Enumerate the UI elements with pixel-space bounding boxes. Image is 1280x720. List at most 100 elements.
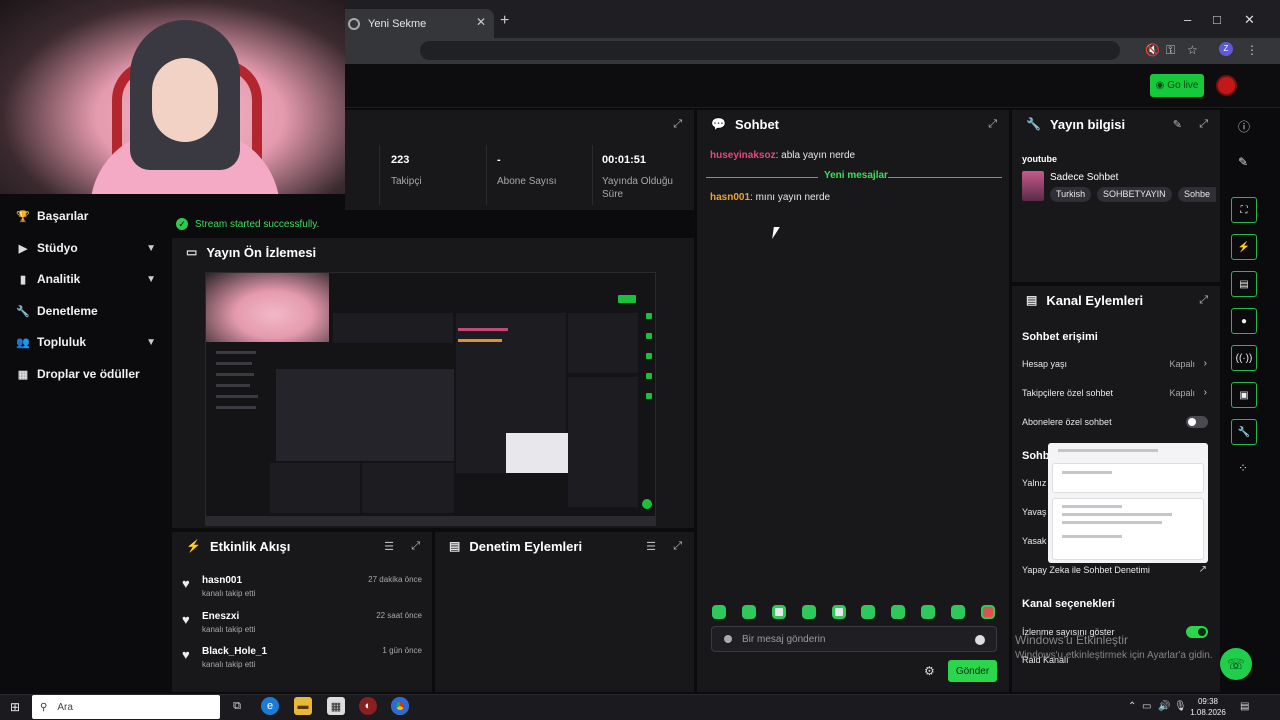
windows-start-icon[interactable]: ⊞ bbox=[10, 700, 20, 714]
sidebar-item-achievements[interactable]: 🏆 Başarılar bbox=[16, 206, 156, 226]
rail-bolt-button[interactable]: ⚡ bbox=[1231, 234, 1257, 260]
partial-row[interactable]: Yavaş bbox=[1022, 507, 1048, 521]
popout-icon[interactable]: ⤢ bbox=[673, 540, 682, 553]
chat-username[interactable]: huseyinaksoz bbox=[710, 150, 776, 161]
preview-mini-moderation bbox=[362, 463, 454, 513]
stream-tag[interactable]: Turkish bbox=[1050, 187, 1092, 202]
partial-row[interactable]: Yalnız bbox=[1022, 478, 1048, 492]
emote-icon[interactable] bbox=[832, 605, 846, 619]
chat-bubble-icon: ● bbox=[1240, 315, 1248, 327]
obs-icon[interactable]: ◐ bbox=[359, 697, 377, 715]
new-messages-divider: Yeni mesajlar bbox=[706, 170, 1002, 184]
rail-broadcast-button[interactable]: ((·)) bbox=[1231, 345, 1257, 371]
browser-tab[interactable]: Yeni Sekme ✕ bbox=[338, 9, 494, 38]
popout-icon[interactable]: ⤢ bbox=[988, 118, 997, 131]
emote-icon[interactable] bbox=[891, 605, 905, 619]
notifications-icon[interactable]: ▤ bbox=[1240, 701, 1249, 712]
preview-title: Yayın Ön İzlemesi bbox=[206, 244, 317, 260]
profile-avatar[interactable]: Z bbox=[1219, 42, 1233, 56]
taskbar-search-input[interactable]: ⚲ Ara bbox=[32, 695, 220, 719]
stream-tag[interactable]: Sohbe bbox=[1178, 187, 1217, 202]
account-age-row[interactable]: Hesap yaşı Kapalı › bbox=[1022, 358, 1209, 373]
help-chat-button[interactable]: ☏ bbox=[1220, 648, 1252, 680]
omnibox[interactable] bbox=[420, 41, 1120, 60]
chat-access-heading: Sohbet erişimi bbox=[1022, 331, 1098, 343]
close-tab-icon[interactable]: ✕ bbox=[476, 15, 486, 29]
emote-icon[interactable] bbox=[951, 605, 965, 619]
minimize-button[interactable]: – bbox=[1184, 12, 1191, 27]
sidebar-item-moderation[interactable]: 🔧 Denetleme bbox=[16, 301, 156, 321]
emote-icon[interactable] bbox=[921, 605, 935, 619]
rail-wrench-button[interactable]: 🔧 bbox=[1231, 419, 1257, 445]
feed-user[interactable]: Black_Hole_1 bbox=[202, 646, 267, 657]
send-button[interactable]: Gönder bbox=[948, 660, 997, 682]
feed-user[interactable]: Eneszxi bbox=[202, 611, 239, 622]
filter-icon[interactable]: ☰ bbox=[384, 540, 394, 553]
edge-icon[interactable]: e bbox=[261, 697, 279, 715]
emote-icon[interactable] bbox=[861, 605, 875, 619]
kebab-menu-icon[interactable]: ⋮ bbox=[1246, 43, 1258, 57]
chrome-icon[interactable] bbox=[391, 697, 409, 715]
ai-moderation-row[interactable]: Yapay Zeka ile Sohbet Denetimi ↗ bbox=[1022, 564, 1209, 579]
panel-header: 💬 Sohbet bbox=[697, 110, 1009, 138]
key-icon[interactable]: ⚿ bbox=[1166, 43, 1175, 58]
maximize-button[interactable]: □ bbox=[1213, 12, 1221, 27]
wrench-icon: 🔧 bbox=[1026, 117, 1041, 131]
store-icon[interactable]: ▦ bbox=[327, 697, 345, 715]
sidebar-item-studio[interactable]: ▶ Stüdyo ▼ bbox=[16, 238, 156, 258]
feed-user[interactable]: hasn001 bbox=[202, 575, 242, 586]
preview-mini-stats bbox=[333, 313, 453, 343]
mute-icon[interactable]: 🔇 bbox=[1145, 43, 1160, 57]
popout-icon[interactable]: ⤢ bbox=[673, 118, 682, 131]
info-icon[interactable]: ⓘ bbox=[1238, 118, 1250, 135]
feed-action: kanalı takip etti bbox=[202, 625, 256, 634]
filter-icon[interactable]: ☰ bbox=[646, 540, 656, 553]
emoji-icon[interactable] bbox=[975, 635, 985, 645]
task-view-icon[interactable]: ⧉ bbox=[228, 697, 246, 715]
stat-divider bbox=[379, 145, 380, 205]
emote-icon[interactable] bbox=[712, 605, 726, 619]
sidebar-item-drops[interactable]: ▦ Droplar ve ödüller bbox=[16, 364, 156, 384]
followers-only-row[interactable]: Takipçilere özel sohbet Kapalı › bbox=[1022, 387, 1209, 402]
chat-username[interactable]: hasn001 bbox=[710, 192, 750, 203]
preview-mini-preview bbox=[276, 369, 454, 461]
wrench-icon: 🔧 bbox=[16, 305, 30, 318]
star-icon[interactable]: ☆ bbox=[1187, 43, 1198, 57]
stream-preview-video[interactable] bbox=[205, 272, 656, 526]
rail-layout-button[interactable]: ▣ bbox=[1231, 382, 1257, 408]
pencil-icon[interactable]: ✎ bbox=[1173, 118, 1182, 131]
microphone-icon[interactable]: 🎙 bbox=[1174, 701, 1187, 712]
stream-tag[interactable]: SOHBETYAYIN bbox=[1097, 187, 1172, 202]
network-icon[interactable]: ▭ bbox=[1142, 701, 1151, 712]
subscriber-only-toggle[interactable] bbox=[1186, 416, 1208, 428]
close-window-button[interactable]: ✕ bbox=[1244, 12, 1255, 28]
sidebar-item-analytics[interactable]: ▮ Analitik ▼ bbox=[16, 269, 156, 289]
emote-icon[interactable] bbox=[772, 605, 786, 619]
popout-icon[interactable]: ⤢ bbox=[1199, 118, 1208, 131]
rail-chat-button[interactable]: ● bbox=[1231, 308, 1257, 334]
user-avatar[interactable] bbox=[1216, 75, 1237, 96]
sidebar-item-community[interactable]: 👥 Topluluk ▼ bbox=[16, 332, 156, 352]
go-live-button[interactable]: ◉ Go live bbox=[1150, 74, 1204, 97]
dots-icon[interactable]: ⁘ bbox=[1238, 461, 1248, 475]
popout-icon[interactable]: ⤢ bbox=[1199, 294, 1208, 307]
emote-icon[interactable] bbox=[981, 605, 995, 619]
row-label: Hesap yaşı bbox=[1022, 359, 1068, 369]
pencil-icon[interactable]: ✎ bbox=[1238, 155, 1248, 169]
volume-icon[interactable]: 🔊 bbox=[1158, 701, 1170, 712]
rail-document-button[interactable]: ▤ bbox=[1231, 271, 1257, 297]
new-tab-button[interactable]: + bbox=[500, 12, 509, 30]
emote-icon[interactable] bbox=[742, 605, 756, 619]
system-clock[interactable]: 09:38 1.08.2026 bbox=[1188, 696, 1228, 718]
broadcast-icon: ((·)) bbox=[1235, 352, 1253, 364]
emote-icon[interactable] bbox=[802, 605, 816, 619]
popout-icon[interactable]: ⤢ bbox=[411, 540, 420, 553]
folder-icon[interactable]: ▬ bbox=[294, 697, 312, 715]
partial-row[interactable]: Yasak bbox=[1022, 536, 1048, 550]
viewer-count-toggle[interactable] bbox=[1186, 626, 1208, 638]
gear-icon[interactable]: ⚙ bbox=[924, 664, 935, 678]
chevron-up-icon[interactable]: ⌃ bbox=[1128, 701, 1136, 712]
rail-capture-button[interactable]: ⛶ bbox=[1231, 197, 1257, 223]
subscribers-value: - bbox=[497, 154, 501, 166]
chat-message-input[interactable]: Bir mesaj gönderin bbox=[711, 626, 997, 652]
